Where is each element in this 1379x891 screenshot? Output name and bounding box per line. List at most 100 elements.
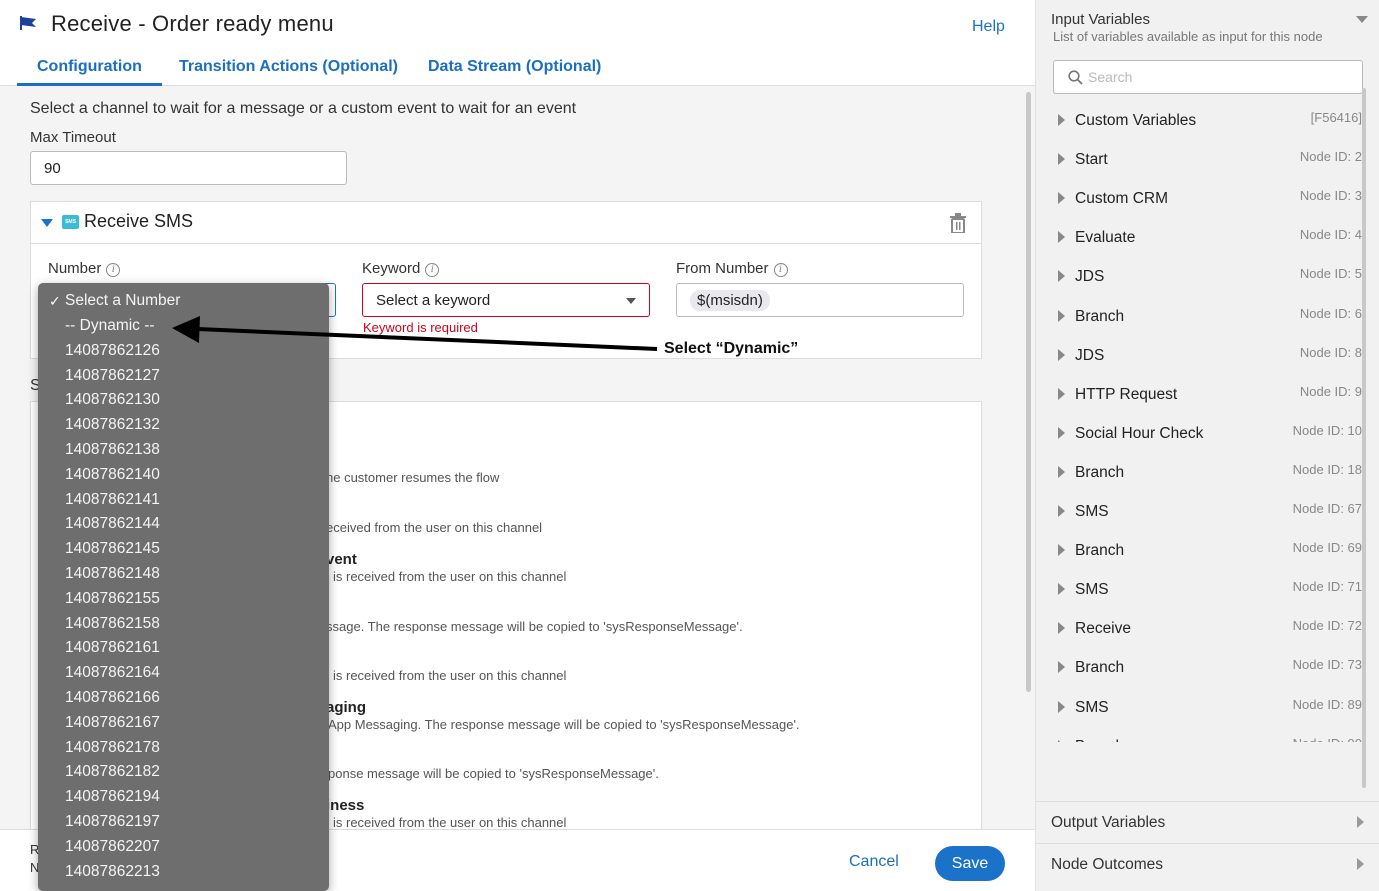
- collapse-icon[interactable]: [1356, 16, 1368, 23]
- variable-name: Receive: [1075, 620, 1131, 638]
- expand-arrow-icon: [1058, 426, 1065, 439]
- dropdown-option[interactable]: 14087862127: [65, 367, 160, 385]
- variable-row[interactable]: SMS Node ID: 71: [1036, 571, 1366, 610]
- expand-arrow-icon: [1058, 544, 1065, 557]
- chevron-right-icon: [1357, 816, 1364, 828]
- dropdown-option[interactable]: 14087862207: [65, 838, 160, 856]
- save-button[interactable]: Save: [935, 846, 1005, 881]
- variable-row[interactable]: Branch Node ID: 69: [1036, 532, 1366, 571]
- variable-row[interactable]: Start Node ID: 2: [1036, 141, 1366, 180]
- variable-node-id: Node ID: 18: [1292, 461, 1362, 477]
- variable-row[interactable]: SMS Node ID: 89: [1036, 689, 1366, 728]
- variable-row[interactable]: HTTP Request Node ID: 9: [1036, 376, 1366, 415]
- sidebar-scrollbar[interactable]: [1362, 88, 1366, 788]
- dropdown-option[interactable]: 14087862144: [65, 515, 160, 533]
- keyword-select[interactable]: Select a keyword: [362, 283, 650, 317]
- dropdown-option[interactable]: 14087862140: [65, 466, 160, 484]
- dropdown-option[interactable]: 14087862213: [65, 863, 160, 881]
- variable-name: Custom Variables: [1075, 112, 1197, 129]
- dropdown-option[interactable]: 14087862182: [65, 763, 160, 781]
- variable-row[interactable]: Receive Node ID: 72: [1036, 610, 1366, 649]
- from-number-label: From Number i: [676, 260, 788, 277]
- max-timeout-input[interactable]: 90: [30, 151, 347, 185]
- variable-node-id: Node ID: 73: [1292, 657, 1362, 673]
- cancel-button[interactable]: Cancel: [849, 853, 899, 871]
- dropdown-option[interactable]: 14087862130: [65, 391, 160, 409]
- variable-row[interactable]: Social Hour Check Node ID: 10: [1036, 415, 1366, 454]
- from-number-input[interactable]: $(msisdn): [676, 283, 964, 317]
- help-link[interactable]: Help: [972, 18, 1005, 36]
- variable-node-id: Node ID: 90: [1293, 736, 1362, 742]
- tab-data-stream[interactable]: Data Stream (Optional): [428, 58, 601, 86]
- page-title: Receive - Order ready menu: [51, 11, 334, 36]
- variable-row[interactable]: JDS Node ID: 5: [1036, 258, 1366, 297]
- expand-arrow-icon: [1058, 114, 1065, 126]
- variable-name: Evaluate: [1075, 229, 1136, 247]
- variable-node-id: Node ID: 72: [1292, 618, 1362, 634]
- dropdown-option[interactable]: 14087862167: [65, 714, 160, 732]
- variable-list: Custom Variables [F56416] Start Node ID: 2 C…: [1036, 102, 1379, 742]
- chevron-right-icon: [1357, 858, 1364, 870]
- dropdown-option[interactable]: 14087862178: [65, 739, 160, 757]
- dropdown-option[interactable]: 14087862148: [65, 565, 160, 583]
- variable-row[interactable]: Branch Node ID: 73: [1036, 649, 1366, 688]
- dropdown-option[interactable]: 14087862132: [65, 416, 160, 434]
- main-scrollbar[interactable]: [1026, 92, 1031, 692]
- variable-name: Branch: [1075, 738, 1124, 742]
- variable-node-id: Node ID: 67: [1292, 501, 1362, 516]
- variable-name: Social Hour Check: [1075, 424, 1204, 442]
- variable-row[interactable]: Branch Node ID: 6: [1036, 298, 1366, 337]
- keyword-label: Keyword i: [362, 260, 440, 277]
- sms-icon: SMS: [62, 215, 79, 229]
- variable-name: HTTP Request: [1075, 385, 1178, 403]
- instructions-text: Select a channel to wait for a message o…: [30, 100, 577, 117]
- input-variables-subtitle: List of variables available as input for…: [1053, 29, 1323, 44]
- dropdown-option[interactable]: 14087862166: [65, 689, 160, 707]
- trash-icon[interactable]: [949, 213, 967, 233]
- expand-arrow-icon: [1058, 231, 1065, 244]
- expand-arrow-icon: [1058, 309, 1065, 322]
- event-desc: App Messaging. The response message will…: [328, 717, 800, 732]
- dropdown-option[interactable]: 14087862197: [65, 813, 160, 831]
- variable-node-id: Node ID: 10: [1292, 422, 1362, 438]
- variable-name: JDS: [1075, 346, 1105, 364]
- event-desc: ponse message will be copied to 'sysResp…: [328, 766, 659, 781]
- dropdown-option[interactable]: 14087862141: [65, 491, 160, 509]
- variable-name: Branch: [1075, 542, 1125, 560]
- dropdown-option[interactable]: 14087862155: [65, 590, 160, 608]
- dropdown-option[interactable]: 14087862161: [65, 639, 160, 657]
- caret-down-icon[interactable]: [41, 219, 53, 227]
- variable-node-id: Node ID: 2: [1299, 149, 1362, 165]
- variable-chip: $(msisdn): [690, 289, 770, 311]
- chevron-down-icon: [626, 298, 636, 304]
- dropdown-option[interactable]: 14087862194: [65, 788, 160, 806]
- dropdown-option[interactable]: 14087862164: [65, 664, 160, 682]
- tab-configuration[interactable]: Configuration: [17, 58, 162, 86]
- search-input[interactable]: [1088, 67, 1348, 87]
- expand-arrow-icon: [1058, 505, 1065, 517]
- variable-node-id: Node ID: 71: [1292, 579, 1362, 595]
- expand-arrow-icon: [1058, 583, 1065, 596]
- dropdown-option-selected[interactable]: Select a Number: [65, 292, 180, 310]
- event-desc: is received from the user on this channe…: [333, 569, 567, 584]
- dropdown-option[interactable]: 14087862126: [65, 342, 160, 360]
- variable-row[interactable]: Evaluate Node ID: 4: [1036, 219, 1366, 258]
- variable-row[interactable]: SMS Node ID: 67: [1036, 493, 1366, 532]
- output-variables-section[interactable]: Output Variables: [1036, 801, 1379, 843]
- variable-row[interactable]: Branch Node ID: 90: [1036, 728, 1366, 742]
- variable-row[interactable]: JDS Node ID: 8: [1036, 337, 1366, 376]
- variable-row[interactable]: Custom CRM Node ID: 3: [1036, 180, 1366, 219]
- flag-icon: [20, 16, 36, 30]
- variable-row[interactable]: Custom Variables [F56416]: [1036, 102, 1366, 141]
- expand-arrow-icon: [1058, 348, 1065, 361]
- expand-arrow-icon: [1058, 700, 1065, 713]
- node-outcomes-section[interactable]: Node Outcomes: [1036, 843, 1379, 885]
- dropdown-option[interactable]: 14087862145: [65, 540, 160, 558]
- dropdown-option-dynamic[interactable]: -- Dynamic --: [65, 317, 155, 335]
- expand-arrow-icon: [1058, 622, 1065, 635]
- dropdown-option[interactable]: 14087862138: [65, 441, 160, 459]
- variable-row[interactable]: Branch Node ID: 18: [1036, 454, 1366, 493]
- expand-arrow-icon: [1058, 153, 1065, 166]
- dropdown-option[interactable]: 14087862158: [65, 615, 160, 633]
- tab-transition-actions[interactable]: Transition Actions (Optional): [179, 58, 398, 86]
